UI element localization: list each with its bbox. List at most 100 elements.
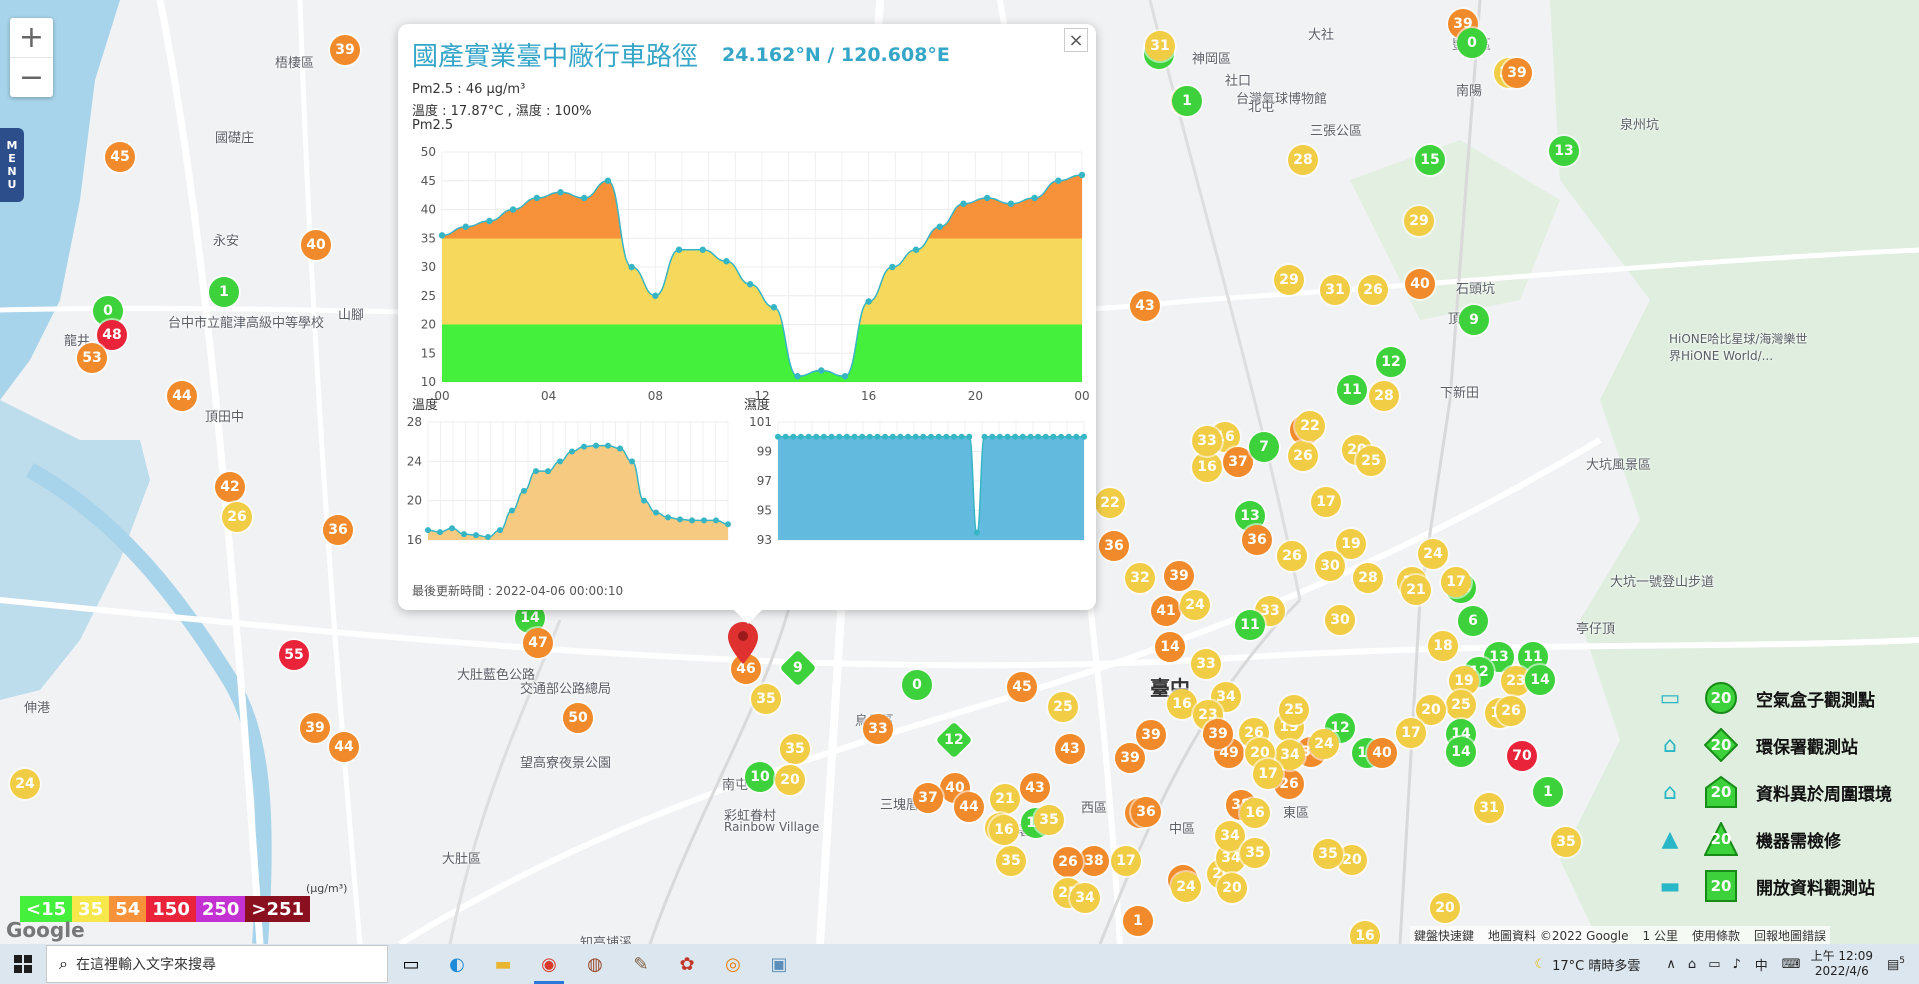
- sensor-marker[interactable]: 70: [1507, 741, 1537, 771]
- sensor-marker[interactable]: 20: [1217, 873, 1247, 903]
- app-icon-gimp[interactable]: ✎: [618, 944, 664, 984]
- sensor-marker[interactable]: 1: [1123, 906, 1153, 936]
- sensor-marker[interactable]: 35: [751, 684, 781, 714]
- sensor-marker[interactable]: 31: [1145, 31, 1175, 61]
- sensor-marker[interactable]: 20: [1430, 893, 1460, 923]
- map-scale[interactable]: 1 公里: [1643, 927, 1678, 944]
- sensor-marker[interactable]: 43: [1020, 773, 1050, 803]
- sensor-marker[interactable]: 24: [10, 769, 40, 799]
- sensor-marker[interactable]: 26: [1358, 275, 1388, 305]
- sensor-marker[interactable]: 33: [1191, 649, 1221, 679]
- sensor-marker[interactable]: 26: [1053, 847, 1083, 877]
- sensor-marker[interactable]: 21: [990, 784, 1020, 814]
- sensor-marker[interactable]: 10: [745, 762, 775, 792]
- sensor-marker[interactable]: 39: [1203, 719, 1233, 749]
- sensor-marker[interactable]: 21: [1401, 575, 1431, 605]
- sensor-marker[interactable]: 44: [954, 792, 984, 822]
- sensor-marker[interactable]: 37: [913, 783, 943, 813]
- taskbar-search-box[interactable]: ⌕ 在這裡輸入文字來搜尋: [46, 945, 388, 983]
- sensor-marker[interactable]: 22: [1095, 488, 1125, 518]
- sensor-marker[interactable]: 25: [1048, 692, 1078, 722]
- notification-center-icon[interactable]: ▤5: [1887, 956, 1905, 972]
- task-view-icon[interactable]: ▭: [388, 944, 434, 984]
- keyboard-icon[interactable]: ⌨: [1782, 957, 1801, 972]
- sensor-marker[interactable]: 13: [1549, 136, 1579, 166]
- sensor-marker[interactable]: 40: [301, 230, 331, 260]
- sensor-marker[interactable]: 1: [1533, 777, 1563, 807]
- start-button[interactable]: [0, 944, 46, 984]
- sensor-marker[interactable]: 22: [1295, 411, 1325, 441]
- sensor-marker[interactable]: 26: [1277, 541, 1307, 571]
- sensor-marker[interactable]: 16: [1350, 921, 1380, 944]
- weather-text[interactable]: 17°C 晴時多雲: [1552, 955, 1640, 974]
- sensor-marker[interactable]: 28: [1288, 145, 1318, 175]
- sensor-marker[interactable]: 35: [1240, 838, 1270, 868]
- ime-indicator[interactable]: 中: [1755, 955, 1768, 974]
- sensor-marker[interactable]: 6: [1458, 606, 1488, 636]
- sensor-marker[interactable]: 28: [1369, 381, 1399, 411]
- sensor-marker[interactable]: 45: [1007, 672, 1037, 702]
- sensor-marker[interactable]: 35: [996, 846, 1026, 876]
- sensor-marker[interactable]: 41: [1151, 596, 1181, 626]
- file-explorer-icon[interactable]: ▬: [480, 944, 526, 984]
- menu-toggle-button[interactable]: MENU: [0, 128, 24, 202]
- sensor-marker[interactable]: 30: [1315, 551, 1345, 581]
- sensor-marker[interactable]: 1: [1172, 86, 1202, 116]
- sensor-marker[interactable]: 24: [1171, 872, 1201, 902]
- keyboard-shortcuts-link[interactable]: 鍵盤快速鍵: [1414, 927, 1474, 944]
- sensor-marker[interactable]: 33: [863, 714, 893, 744]
- sensor-marker[interactable]: 16: [1192, 452, 1222, 482]
- sensor-marker[interactable]: 35: [1551, 827, 1581, 857]
- sensor-marker[interactable]: 31: [1320, 275, 1350, 305]
- sensor-marker[interactable]: 17: [1253, 759, 1283, 789]
- sensor-marker[interactable]: 11: [1235, 610, 1265, 640]
- sensor-marker[interactable]: 40: [1367, 738, 1397, 768]
- sensor-marker[interactable]: 24: [1309, 729, 1339, 759]
- sensor-marker[interactable]: 39: [1502, 58, 1532, 88]
- app-icon-clock[interactable]: ◍: [572, 944, 618, 984]
- volume-icon[interactable]: ♪: [1732, 957, 1740, 972]
- sensor-marker[interactable]: 0: [902, 670, 932, 700]
- sensor-marker[interactable]: 39: [1115, 743, 1145, 773]
- sensor-marker[interactable]: 16: [989, 815, 1019, 845]
- chevron-up-icon[interactable]: ∧: [1666, 957, 1676, 972]
- sensor-marker[interactable]: 33: [1192, 426, 1222, 456]
- sensor-marker[interactable]: 0: [1457, 28, 1487, 58]
- sensor-marker[interactable]: 44: [167, 381, 197, 411]
- sensor-marker[interactable]: 24: [1418, 539, 1448, 569]
- sensor-marker[interactable]: 1: [209, 277, 239, 307]
- zoom-in-button[interactable]: +: [10, 18, 53, 57]
- sensor-marker[interactable]: 43: [1055, 734, 1085, 764]
- battery-icon[interactable]: ▭: [1708, 957, 1720, 972]
- sensor-marker[interactable]: 15: [1415, 145, 1445, 175]
- app-icon-paint[interactable]: ✿: [664, 944, 710, 984]
- sensor-marker[interactable]: 34: [1070, 883, 1100, 913]
- blender-icon[interactable]: ◎: [710, 944, 756, 984]
- zoom-out-button[interactable]: −: [10, 57, 53, 97]
- sensor-marker[interactable]: 35: [1034, 805, 1064, 835]
- sensor-marker[interactable]: 16: [1240, 798, 1270, 828]
- sensor-marker[interactable]: 14: [1155, 632, 1185, 662]
- sensor-marker[interactable]: 26: [222, 502, 252, 532]
- sensor-marker[interactable]: 24: [1180, 590, 1210, 620]
- sensor-marker[interactable]: 36: [1131, 797, 1161, 827]
- sensor-marker[interactable]: 36: [1099, 531, 1129, 561]
- sensor-marker[interactable]: 17: [1441, 567, 1471, 597]
- sensor-marker[interactable]: 38: [1079, 846, 1109, 876]
- sensor-marker[interactable]: 29: [1274, 265, 1304, 295]
- sensor-marker[interactable]: 14: [1446, 737, 1476, 767]
- sensor-marker[interactable]: 14: [1525, 665, 1555, 695]
- sensor-marker[interactable]: 25: [1446, 690, 1476, 720]
- sensor-marker[interactable]: 39: [300, 713, 330, 743]
- sensor-marker[interactable]: 39: [1136, 720, 1166, 750]
- sensor-marker[interactable]: 17: [1311, 487, 1341, 517]
- app-icon-box[interactable]: ▣: [756, 944, 802, 984]
- sensor-marker[interactable]: 40: [1405, 269, 1435, 299]
- sensor-marker[interactable]: 25: [1279, 695, 1309, 725]
- sensor-marker[interactable]: 29: [1404, 206, 1434, 236]
- chrome-icon[interactable]: ◉: [526, 944, 572, 984]
- sensor-marker[interactable]: 11: [1337, 375, 1367, 405]
- sensor-marker[interactable]: 17: [1111, 846, 1141, 876]
- sensor-marker[interactable]: 39: [330, 35, 360, 65]
- network-icon[interactable]: ⌂: [1688, 957, 1696, 972]
